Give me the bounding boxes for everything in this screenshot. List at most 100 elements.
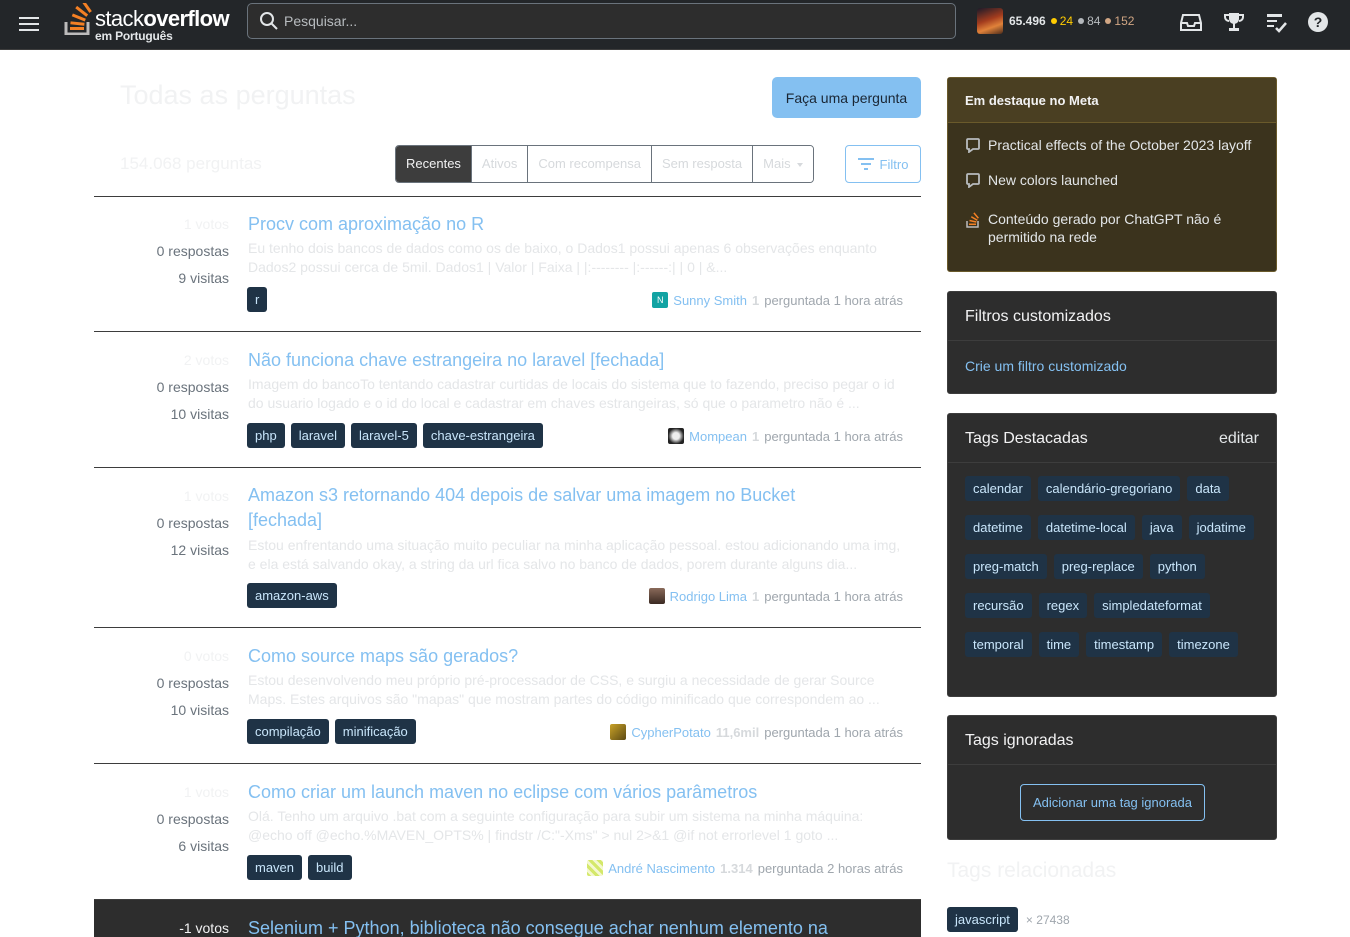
question-time[interactable]: perguntada 1 hora atrás — [764, 589, 903, 604]
add-ignored-tag-button[interactable]: Adicionar uma tag ignorada — [1020, 784, 1205, 821]
search-box[interactable] — [247, 3, 956, 39]
site-logo[interactable]: stackoverflow em Português — [64, 3, 234, 45]
inbox-icon[interactable] — [1179, 10, 1203, 34]
tag[interactable]: temporal — [965, 632, 1032, 657]
meta-item-link[interactable]: New colors launched — [988, 171, 1118, 192]
question-meta: N Sunny Smith 1 perguntada 1 hora atrás — [652, 292, 903, 308]
tab-com-recompensa[interactable]: Com recompensa — [528, 146, 652, 182]
question-summary-highlighted: -1 votos Selenium + Python, biblioteca n… — [94, 900, 921, 937]
custom-filters-title: Filtros customizados — [948, 292, 1276, 341]
question-excerpt: Eu tenho dois bancos de dados como os de… — [248, 240, 877, 275]
help-icon[interactable]: ? — [1306, 10, 1330, 34]
user-reputation: 11,6mil — [715, 724, 760, 740]
user-avatar[interactable] — [610, 724, 627, 740]
tag[interactable]: python — [1149, 554, 1205, 579]
user-avatar[interactable] — [648, 588, 665, 604]
ignored-tags-box: Tags ignoradas Adicionar uma tag ignorad… — [947, 715, 1277, 840]
answer-count: 0 respostas — [156, 811, 229, 827]
tag[interactable]: javascript — [947, 907, 1018, 932]
question-stats: -1 votos — [94, 900, 229, 937]
speech-bubble-icon — [966, 171, 988, 192]
tag[interactable]: laravel — [290, 423, 345, 448]
avatar[interactable] — [977, 8, 1003, 34]
tab-ativos[interactable]: Ativos — [471, 146, 529, 182]
user-card[interactable]: 65.496 24 84 152 — [977, 7, 1139, 35]
tag[interactable]: minificação — [334, 719, 416, 744]
tab-sem-resposta[interactable]: Sem resposta — [651, 146, 754, 182]
tag[interactable]: preg-replace — [1053, 554, 1143, 579]
meta-item[interactable]: Practical effects of the October 2023 la… — [948, 136, 1276, 157]
question-time[interactable]: perguntada 1 hora atrás — [764, 293, 903, 308]
create-filter-link[interactable]: Crie um filtro customizado — [948, 341, 1276, 391]
page-title: Todas as perguntas — [120, 80, 356, 110]
user-name-link[interactable]: CypherPotato — [631, 725, 711, 740]
meta-item[interactable]: Conteúdo gerado por ChatGPT não é permit… — [948, 210, 1276, 246]
tag[interactable]: compilação — [247, 719, 329, 744]
tag[interactable]: timezone — [1169, 632, 1238, 657]
question-time[interactable]: perguntada 1 hora atrás — [764, 725, 903, 740]
question-time[interactable]: perguntada 1 hora atrás — [764, 429, 903, 444]
tag[interactable]: laravel-5 — [351, 423, 417, 448]
achievements-icon[interactable] — [1222, 10, 1246, 34]
tab-recentes[interactable]: Recentes — [396, 146, 472, 182]
user-avatar[interactable]: N — [652, 292, 669, 308]
question-tags: r — [247, 287, 268, 312]
tag[interactable]: datetime — [965, 515, 1031, 540]
meta-item-link[interactable]: Practical effects of the October 2023 la… — [988, 136, 1251, 157]
question-summary: 0 votos 0 respostas 10 visitas Como sour… — [94, 628, 921, 764]
meta-item[interactable]: New colors launched — [948, 171, 1276, 192]
featured-tag-list: calendar calendário-gregoriano data date… — [948, 463, 1276, 657]
user-name-link[interactable]: Mompean — [689, 429, 747, 444]
user-reputation: 1 — [751, 588, 760, 604]
tag[interactable]: timestamp — [1086, 632, 1163, 657]
tab-mais[interactable]: Mais — [753, 146, 813, 182]
answer-count: 0 respostas — [156, 675, 229, 691]
tag[interactable]: chave-estrangeira — [422, 423, 543, 448]
question-excerpt: Imagem do bancoTo tentando cadastrar cur… — [248, 376, 895, 411]
review-queue-icon[interactable] — [1264, 10, 1288, 34]
question-excerpt: Estou desenvolvendo meu próprio pré-proc… — [248, 672, 880, 707]
ask-question-button[interactable]: Faça uma pergunta — [772, 77, 921, 118]
filter-button[interactable]: Filtro — [845, 145, 921, 183]
vote-count: 1 votos — [183, 488, 229, 504]
search-input[interactable] — [284, 4, 944, 38]
tag[interactable]: amazon-aws — [247, 583, 337, 608]
tag[interactable]: preg-match — [965, 554, 1047, 579]
tag[interactable]: time — [1038, 632, 1080, 657]
question-tags: amazon-aws — [247, 583, 337, 608]
search-icon — [260, 12, 278, 30]
user-name-link[interactable]: Sunny Smith — [673, 293, 747, 308]
menu-icon[interactable] — [19, 14, 39, 34]
question-title-link[interactable]: Amazon s3 retornando 404 depois de salva… — [248, 483, 848, 533]
tag[interactable]: simpledateformat — [1094, 593, 1210, 618]
tag[interactable]: r — [247, 287, 268, 312]
tag[interactable]: datetime-local — [1037, 515, 1135, 540]
user-name-link[interactable]: Rodrigo Lima — [670, 589, 747, 604]
question-title-link[interactable]: Procv com aproximação no R — [248, 212, 908, 237]
question-excerpt: Estou enfrentando uma situação muito pec… — [248, 537, 901, 572]
question-time[interactable]: perguntada 2 horas atrás — [758, 861, 903, 876]
tag[interactable]: calendário-gregoriano — [1037, 476, 1181, 501]
user-name-link[interactable]: André Nascimento — [608, 861, 715, 876]
view-count: 9 visitas — [178, 270, 229, 286]
user-avatar[interactable] — [587, 860, 604, 876]
tag[interactable]: php — [247, 423, 285, 448]
tag[interactable]: regex — [1038, 593, 1088, 618]
question-title-link[interactable]: Como source maps são gerados? — [248, 644, 908, 669]
tag[interactable]: calendar — [965, 476, 1031, 501]
question-title-link[interactable]: Como criar um launch maven no eclipse co… — [248, 780, 908, 805]
featured-tags-box: Tags Destacadas editar calendar calendár… — [947, 413, 1277, 697]
question-title-link[interactable]: Selenium + Python, biblioteca não conseg… — [248, 916, 918, 937]
reputation: 65.496 — [1009, 14, 1046, 28]
tag[interactable]: java — [1141, 515, 1182, 540]
user-avatar[interactable] — [668, 428, 685, 444]
tag[interactable]: recursão — [965, 593, 1032, 618]
tag[interactable]: data — [1187, 476, 1229, 501]
tag[interactable]: jodatime — [1188, 515, 1254, 540]
logo-subtitle: em Português — [95, 29, 173, 43]
tag[interactable]: build — [308, 855, 352, 880]
meta-item-link[interactable]: Conteúdo gerado por ChatGPT não é permit… — [988, 210, 1260, 246]
tag[interactable]: maven — [247, 855, 303, 880]
edit-tags-link[interactable]: editar — [1219, 414, 1259, 462]
question-title-link[interactable]: Não funciona chave estrangeira no larave… — [248, 348, 908, 373]
